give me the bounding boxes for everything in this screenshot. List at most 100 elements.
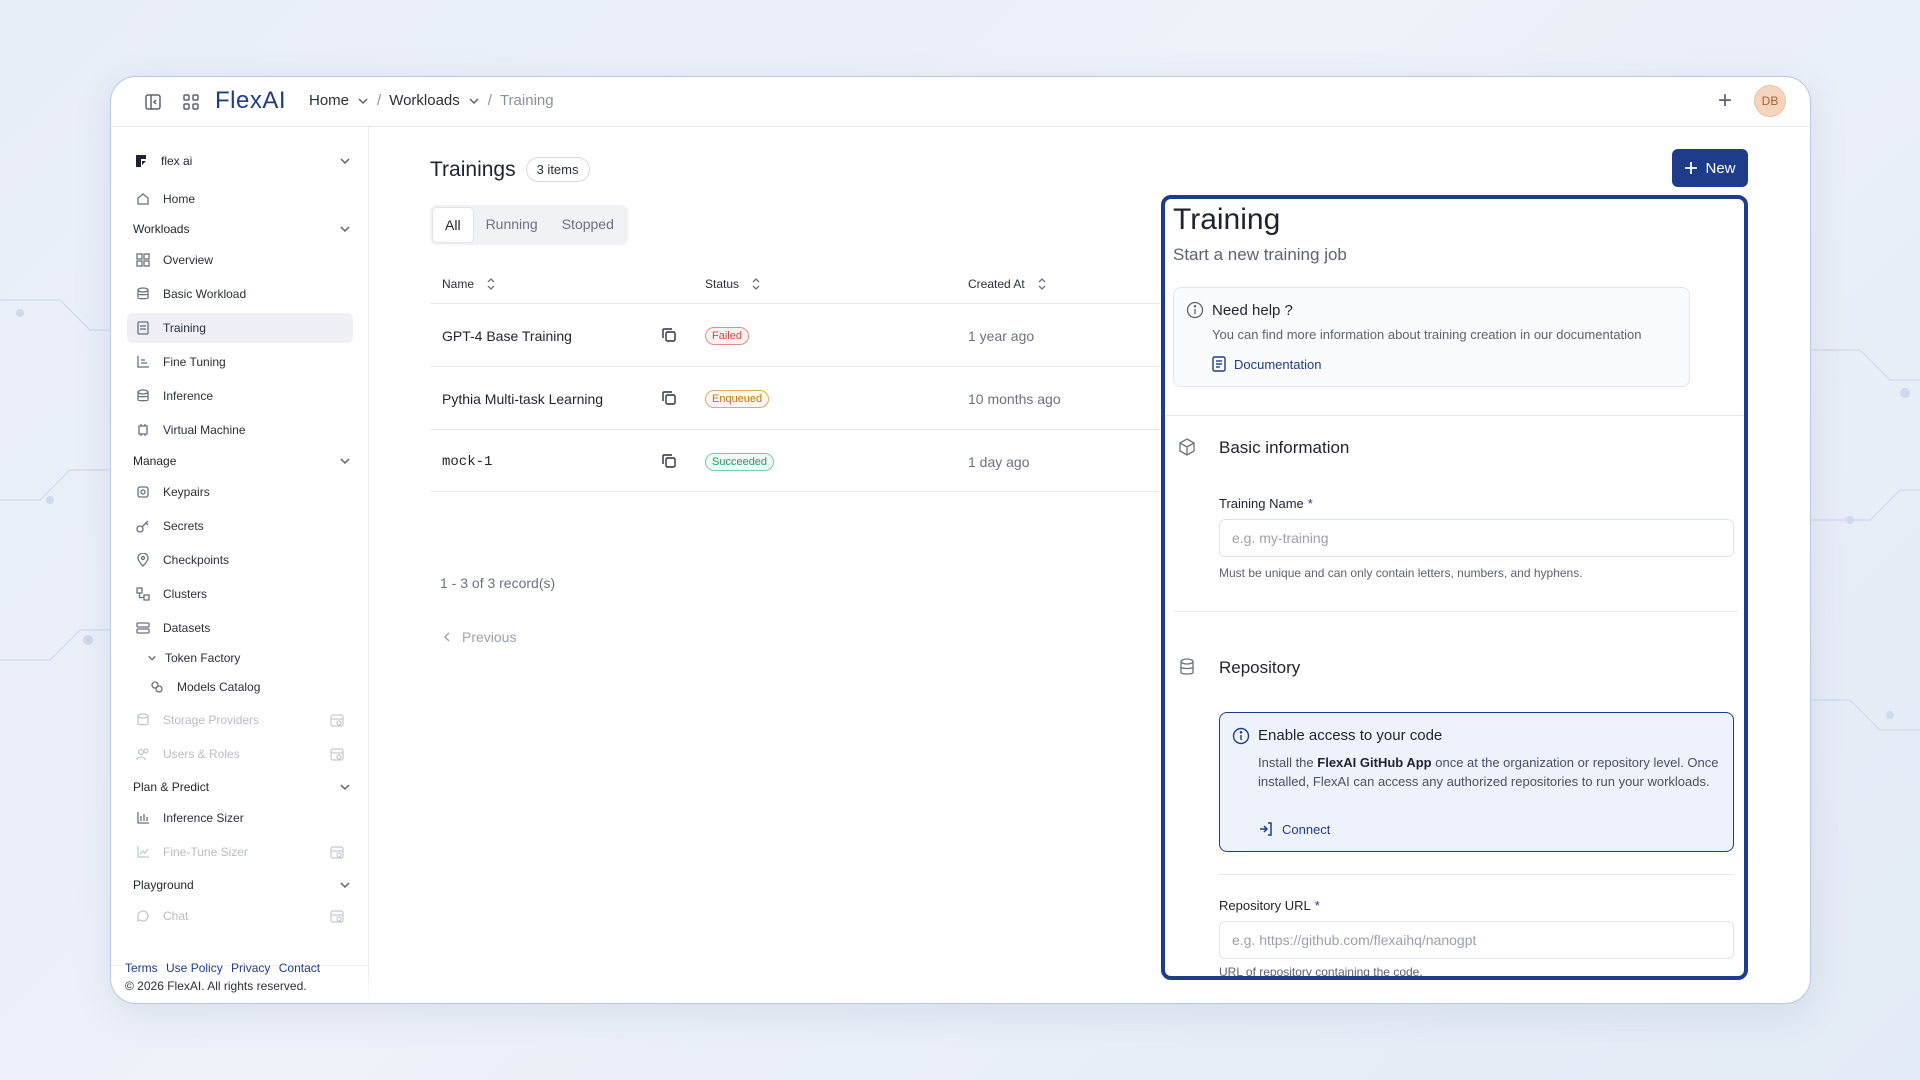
sidebar-item-models-catalog[interactable]: Models Catalog [141,672,353,702]
chat-icon [135,908,151,924]
database-icon [135,286,151,302]
info-icon [1232,727,1250,745]
sort-icon [752,278,760,290]
training-name-input[interactable] [1219,519,1734,557]
sidebar-item-inference-sizer[interactable]: Inference Sizer [127,803,353,833]
avatar[interactable]: DB [1754,85,1786,117]
tab-running[interactable]: Running [474,207,550,243]
status-badge: Enqueued [705,389,770,408]
tab-stopped[interactable]: Stopped [550,207,626,243]
column-header-status[interactable]: Status [705,265,761,303]
sidebar-item-home[interactable]: Home [127,184,353,214]
sidebar-item-secrets[interactable]: Secrets [127,511,353,541]
sidebar-item-label: Fine-Tune Sizer [163,845,248,859]
database-icon [1180,658,1194,675]
privacy-link[interactable]: Privacy [231,961,270,975]
repository-url-input[interactable] [1219,921,1734,959]
section-label: Manage [133,454,177,468]
sidebar-item-label: Basic Workload [163,287,247,301]
section-label: Plan & Predict [133,780,210,794]
sidebar-section-plan-predict[interactable]: Plan & Predict [133,775,351,799]
sidebar-item-fine-tuning[interactable]: Fine Tuning [127,347,353,377]
table-row[interactable]: mock-1 Succeeded 1 day ago [430,429,1160,492]
terms-link[interactable]: Terms [125,961,158,975]
chevron-down-icon[interactable] [357,95,369,107]
use-policy-link[interactable]: Use Policy [166,961,223,975]
basic-info-title: Basic information [1219,438,1350,457]
new-button-label: New [1705,159,1736,177]
chevron-down-icon[interactable] [468,95,480,107]
copy-icon[interactable] [660,452,678,470]
previous-page-button[interactable]: Previous [430,619,528,655]
sidebar-item-label: Virtual Machine [163,423,246,437]
sidebar-item-label: Clusters [163,587,208,601]
required-mark: * [1307,496,1313,511]
section-label: Workloads [133,222,190,236]
sidebar-section-playground[interactable]: Playground [133,873,351,897]
created-at: 10 months ago [968,390,1061,407]
sidebar-item-basic-workload[interactable]: Basic Workload [127,279,353,309]
sidebar-item-users-roles: Users & Roles [127,739,353,769]
chevron-down-icon [148,655,156,661]
copy-icon[interactable] [660,326,678,344]
sidebar-toggle-icon[interactable] [141,90,165,114]
calendar-lock-icon [330,846,344,859]
models-icon [149,679,165,695]
breadcrumb: Home / Workloads / Training [309,92,554,109]
repository-url-hint: URL of repository containing the code. [1219,965,1423,979]
plus-icon[interactable]: + [1712,89,1738,115]
column-header-name[interactable]: Name [442,265,496,303]
documentation-link[interactable]: Documentation [1212,356,1321,372]
training-name[interactable]: mock-1 [442,430,492,493]
apps-grid-icon[interactable] [179,90,203,114]
documentation-label: Documentation [1234,356,1322,372]
bar-chart-icon [135,810,151,826]
sidebar-item-label: Home [163,192,196,206]
previous-label: Previous [462,629,517,645]
page-title: Trainings 3 items [430,157,590,182]
panel-subtitle: Start a new training job [1173,245,1347,264]
sidebar-item-clusters[interactable]: Clusters [127,579,353,609]
plus-icon [1685,162,1698,174]
status-badge: Failed [705,326,749,345]
table-row[interactable]: GPT-4 Base Training Failed 1 year ago [430,303,1160,366]
tab-all[interactable]: All [432,207,474,243]
sidebar-item-inference[interactable]: Inference [127,381,353,411]
sidebar-item-training[interactable]: Training [127,313,353,343]
sidebar-item-virtual-machine[interactable]: Virtual Machine [127,415,353,445]
items-count-badge: 3 items [525,157,590,182]
table-row[interactable]: Pythia Multi-task Learning Enqueued 10 m… [430,366,1160,429]
column-header-created-at[interactable]: Created At [968,265,1047,303]
sidebar-item-fine-tune-sizer: Fine-Tune Sizer [127,837,353,867]
connect-button[interactable]: Connect [1258,821,1330,837]
key-icon [135,484,151,500]
sidebar-footer: Terms Use Policy Privacy Contact © 2026 … [125,961,325,993]
org-switcher[interactable]: flex ai [133,149,351,173]
chevron-left-icon [444,632,450,642]
copy-icon[interactable] [660,389,678,407]
new-training-panel: Training Start a new training job Need h… [1161,195,1748,980]
home-icon [135,191,151,207]
sidebar-section-manage[interactable]: Manage [133,449,351,473]
sidebar-item-overview[interactable]: Overview [127,245,353,275]
sidebar-section-workloads[interactable]: Workloads [133,217,351,241]
sidebar-item-checkpoints[interactable]: Checkpoints [127,545,353,575]
sidebar-item-label: Token Factory [165,651,241,665]
training-name[interactable]: Pythia Multi-task Learning [442,367,603,430]
breadcrumb-home[interactable]: Home [309,92,349,109]
login-icon [1260,822,1272,836]
sidebar-item-datasets[interactable]: Datasets [127,613,353,643]
sidebar-item-token-factory[interactable]: Token Factory [139,643,353,673]
cluster-icon [135,586,151,602]
breadcrumb-workloads[interactable]: Workloads [389,92,460,109]
chevron-down-icon [340,226,350,233]
database-icon [135,712,151,728]
new-training-button[interactable]: New [1672,149,1748,187]
contact-link[interactable]: Contact [279,961,320,975]
sidebar-item-label: Secrets [163,519,204,533]
sidebar-item-label: Chat [163,909,189,923]
flexai-logo[interactable]: FlexAI [215,87,286,115]
training-name[interactable]: GPT-4 Base Training [442,304,572,367]
page-title-text: Trainings [430,157,516,181]
sidebar-item-keypairs[interactable]: Keypairs [127,477,353,507]
